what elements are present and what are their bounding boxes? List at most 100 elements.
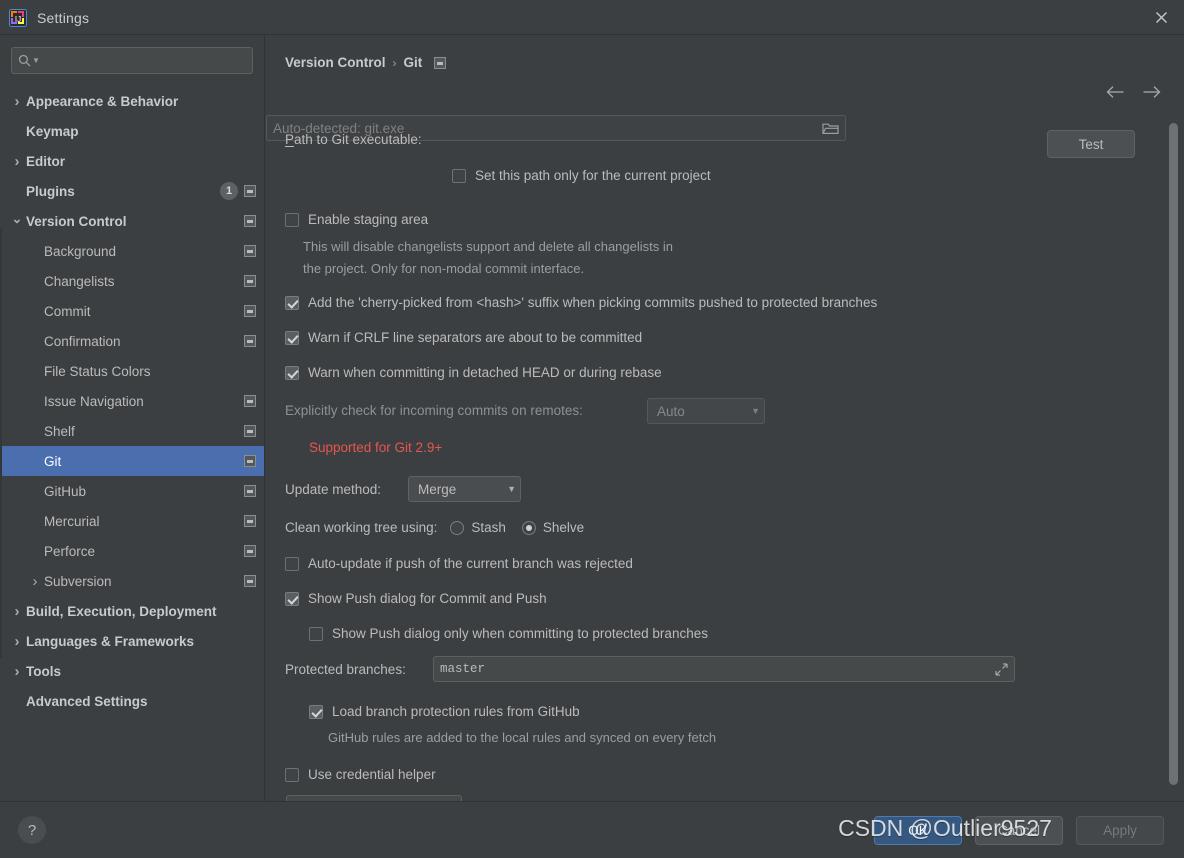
sidebar-item-shelf[interactable]: Shelf [0, 416, 264, 446]
sidebar-item-commit[interactable]: Commit [0, 296, 264, 326]
search-input[interactable] [42, 53, 246, 68]
enable-staging-row[interactable]: Enable staging area [285, 212, 428, 227]
cherry-picked-row[interactable]: Add the 'cherry-picked from <hash>' suff… [285, 295, 877, 310]
sidebar-item-trailing [244, 215, 256, 227]
warn-detached-row[interactable]: Warn when committing in detached HEAD or… [285, 365, 662, 380]
modified-marker-icon[interactable] [244, 395, 256, 407]
chevron-down-icon[interactable]: ▼ [32, 56, 40, 65]
load-branch-rules-row[interactable]: Load branch protection rules from GitHub [309, 704, 580, 719]
test-button[interactable]: Test [1047, 130, 1135, 158]
sidebar-item-label: GitHub [44, 483, 87, 499]
sidebar-item-file-status-colors[interactable]: File Status Colors [0, 356, 264, 386]
modified-marker-icon[interactable] [244, 545, 256, 557]
sidebar-item-languages-frameworks[interactable]: › Languages & Frameworks [0, 626, 264, 656]
modified-marker-icon[interactable] [244, 275, 256, 287]
help-icon[interactable]: ? [18, 816, 46, 844]
scrollbar-track[interactable] [1169, 123, 1178, 801]
warn-crlf-checkbox[interactable] [285, 330, 299, 345]
radio-shelve[interactable] [521, 520, 536, 535]
protected-branches-input[interactable]: master [433, 656, 1015, 682]
modified-marker-icon[interactable] [244, 455, 256, 467]
credential-helper-checkbox[interactable] [285, 767, 299, 782]
modified-marker-icon[interactable] [244, 185, 256, 197]
auto-update-checkbox[interactable] [285, 556, 299, 571]
settings-sidebar: ▼ › Appearance & Behavior Keymap › Editor Plu… [0, 35, 265, 801]
chevron-right-icon[interactable]: › [28, 574, 42, 589]
sidebar-item-perforce[interactable]: Perforce [0, 536, 264, 566]
credential-helper-row[interactable]: Use credential helper [285, 767, 436, 782]
sidebar-item-changelists[interactable]: Changelists [0, 266, 264, 296]
sidebar-item-background[interactable]: Background [0, 236, 264, 266]
modified-marker-icon[interactable] [434, 56, 447, 69]
modified-marker-icon[interactable] [244, 215, 256, 227]
show-push-protected-checkbox[interactable] [309, 626, 323, 641]
apply-button[interactable]: Apply [1076, 816, 1164, 845]
chevron-right-icon[interactable]: › [10, 154, 24, 169]
modified-marker-icon[interactable] [244, 515, 256, 527]
sidebar-item-label: Mercurial [44, 513, 100, 529]
show-push-dialog-checkbox[interactable] [285, 591, 299, 606]
git-path-label: Path to Git executable: [285, 132, 422, 147]
sidebar-item-issue-navigation[interactable]: Issue Navigation [0, 386, 264, 416]
chevron-right-icon[interactable]: › [10, 634, 24, 649]
enable-staging-checkbox[interactable] [285, 212, 299, 227]
warn-crlf-label: Warn if CRLF line separators are about t… [308, 330, 643, 345]
radio-stash[interactable] [450, 520, 465, 535]
load-branch-rules-checkbox[interactable] [309, 704, 323, 719]
modified-marker-icon[interactable] [244, 335, 256, 347]
scrollbar-thumb[interactable] [1169, 123, 1178, 785]
update-method-value: Merge [418, 481, 457, 497]
load-branch-rules-hint-row: GitHub rules are added to the local rule… [328, 730, 716, 745]
protected-branches-label: Protected branches: [285, 662, 406, 677]
sidebar-item-advanced-settings[interactable]: Advanced Settings [0, 686, 264, 716]
warn-crlf-row[interactable]: Warn if CRLF line separators are about t… [285, 330, 642, 345]
search-box[interactable]: ▼ [11, 47, 253, 74]
git-settings-content: Path to Git executable: Auto-detected: g… [266, 115, 1184, 801]
modified-marker-icon[interactable] [244, 425, 256, 437]
chevron-right-icon[interactable]: › [10, 94, 24, 109]
close-icon[interactable] [1138, 0, 1184, 35]
breadcrumb-root[interactable]: Version Control [285, 55, 386, 70]
incoming-commits-dropdown[interactable]: Auto ▼ [647, 398, 765, 424]
sidebar-item-appearance-behavior[interactable]: › Appearance & Behavior [0, 86, 264, 116]
set-path-project-checkbox[interactable] [452, 168, 466, 183]
sidebar-item-git[interactable]: Git [0, 446, 264, 476]
expand-diagonal-icon[interactable] [995, 662, 1008, 676]
sidebar-item-editor[interactable]: › Editor [0, 146, 264, 176]
incoming-commits-label: Explicitly check for incoming commits on… [285, 403, 583, 418]
sidebar-item-github[interactable]: GitHub [0, 476, 264, 506]
chevron-down-icon: ▼ [751, 406, 760, 416]
arrow-left-icon[interactable] [1106, 84, 1125, 104]
sidebar-item-mercurial[interactable]: Mercurial [0, 506, 264, 536]
chevron-right-icon[interactable]: › [10, 604, 24, 619]
update-method-label-row: Update method: [285, 482, 381, 497]
sidebar-item-version-control[interactable]: ⌄ Version Control [0, 206, 264, 236]
modified-marker-icon[interactable] [244, 245, 256, 257]
set-path-project-row[interactable]: Set this path only for the current proje… [452, 168, 711, 183]
folder-browse-icon[interactable] [822, 121, 839, 135]
enable-staging-label: Enable staging area [308, 212, 429, 227]
git-path-label-row: Path to Git executable: [285, 132, 422, 147]
sidebar-item-label: File Status Colors [44, 363, 151, 379]
cherry-picked-checkbox[interactable] [285, 295, 299, 310]
update-method-dropdown[interactable]: Merge ▼ [408, 476, 521, 502]
sidebar-item-trailing [244, 575, 256, 587]
arrow-right-icon[interactable] [1142, 84, 1161, 104]
modified-marker-icon[interactable] [244, 305, 256, 317]
protected-branches-value: master [440, 662, 486, 676]
sidebar-item-keymap[interactable]: Keymap [0, 116, 264, 146]
chevron-right-icon[interactable]: › [10, 664, 24, 679]
show-push-protected-row[interactable]: Show Push dialog only when committing to… [309, 626, 708, 641]
sidebar-item-build-execution-deployment[interactable]: › Build, Execution, Deployment [0, 596, 264, 626]
modified-marker-icon[interactable] [244, 485, 256, 497]
modified-marker-icon[interactable] [244, 575, 256, 587]
auto-update-row[interactable]: Auto-update if push of the current branc… [285, 556, 633, 571]
chevron-down-icon[interactable]: ⌄ [10, 212, 24, 225]
sidebar-item-confirmation[interactable]: Confirmation [0, 326, 264, 356]
show-push-dialog-row[interactable]: Show Push dialog for Commit and Push [285, 591, 547, 606]
warn-detached-checkbox[interactable] [285, 365, 299, 380]
sidebar-item-label: Changelists [44, 273, 115, 289]
sidebar-item-plugins[interactable]: Plugins 1 [0, 176, 264, 206]
sidebar-item-tools[interactable]: › Tools [0, 656, 264, 686]
sidebar-item-subversion[interactable]: › Subversion [0, 566, 264, 596]
